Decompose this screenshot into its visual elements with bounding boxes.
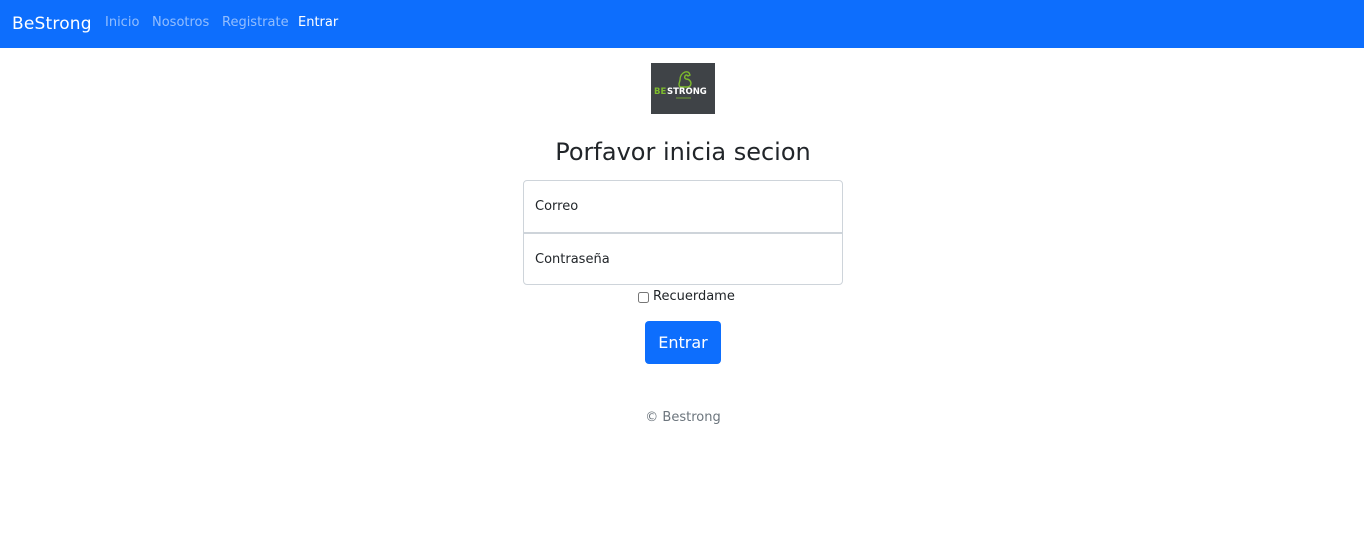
bestrong-logo: BE STRONG [651, 63, 715, 114]
remember-me[interactable]: Recuerdame [638, 289, 735, 305]
logo-text-be: BE [654, 87, 666, 97]
nav-link-inicio[interactable]: Inicio [105, 14, 139, 32]
brand-link[interactable]: BeStrong [12, 12, 92, 36]
logo-text-strong: STRONG [667, 87, 707, 97]
page-title: Porfavor inicia secion [555, 138, 811, 166]
nav-link-registrate[interactable]: Registrate [222, 14, 289, 32]
navbar: BeStrong Inicio Nosotros Registrate Entr… [0, 0, 1364, 48]
remember-checkbox[interactable] [638, 291, 649, 303]
nav-link-entrar[interactable]: Entrar [298, 14, 338, 32]
password-field[interactable] [523, 233, 843, 285]
remember-label: Recuerdame [653, 289, 735, 304]
email-field[interactable] [523, 180, 843, 233]
footer-copyright: © Bestrong [645, 410, 721, 425]
submit-button[interactable]: Entrar [645, 321, 721, 364]
nav-link-nosotros[interactable]: Nosotros [152, 14, 209, 32]
bestrong-logo-icon: BE STRONG [654, 71, 707, 99]
